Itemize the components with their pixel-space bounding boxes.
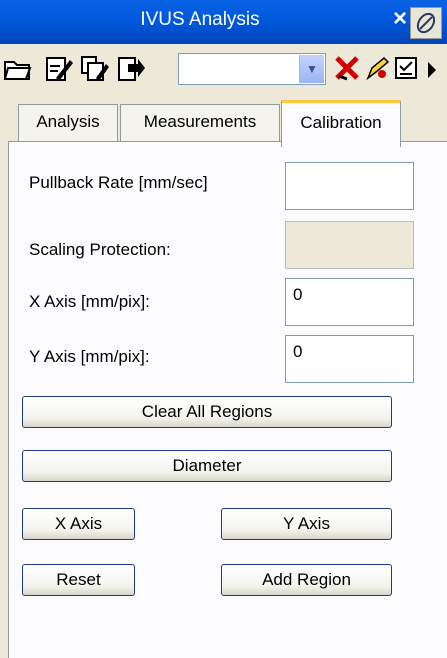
play-arrow-icon[interactable] xyxy=(426,60,438,85)
clear-all-regions-button[interactable]: Clear All Regions xyxy=(22,396,392,428)
pullback-rate-label: Pullback Rate [mm/sec] xyxy=(29,173,208,192)
tab-measurements[interactable]: Measurements xyxy=(120,104,280,142)
window-title: IVUS Analysis xyxy=(140,9,260,30)
calibration-panel: Pullback Rate [mm/sec] Scaling Protectio… xyxy=(8,141,447,658)
tab-measurements-label: Measurements xyxy=(143,112,257,131)
title-bar: IVUS Analysis × xyxy=(0,0,447,44)
x-axis-label: X Axis [mm/pix]: xyxy=(29,292,150,311)
dataset-combo[interactable]: ▼ xyxy=(178,53,326,85)
close-icon[interactable]: × xyxy=(393,6,407,32)
chevron-down-icon[interactable]: ▼ xyxy=(299,55,324,83)
multi-sign-icon[interactable] xyxy=(80,54,110,87)
pin-icon xyxy=(416,12,436,34)
pullback-rate-field[interactable] xyxy=(285,162,414,210)
pencil-icon[interactable] xyxy=(362,54,390,87)
tab-analysis[interactable]: Analysis xyxy=(18,104,118,142)
open-folder-icon[interactable] xyxy=(2,54,32,87)
scaling-protection-field xyxy=(285,221,414,269)
signature-icon[interactable] xyxy=(44,54,74,87)
diameter-button[interactable]: Diameter xyxy=(22,450,392,482)
x-axis-button[interactable]: X Axis xyxy=(22,508,135,540)
tab-analysis-label: Analysis xyxy=(36,112,100,131)
x-axis-field[interactable]: 0 xyxy=(285,278,414,326)
tab-calibration[interactable]: Calibration xyxy=(281,100,401,147)
y-axis-field[interactable]: 0 xyxy=(285,335,414,383)
pin-button[interactable] xyxy=(410,7,442,39)
scaling-protection-label: Scaling Protection: xyxy=(29,240,171,259)
y-axis-label: Y Axis [mm/pix]: xyxy=(29,347,150,366)
tab-calibration-label: Calibration xyxy=(300,113,382,132)
toolbar: ▼ xyxy=(0,44,447,94)
reset-button[interactable]: Reset xyxy=(22,564,135,596)
add-region-button[interactable]: Add Region xyxy=(221,564,392,596)
y-axis-button[interactable]: Y Axis xyxy=(221,508,392,540)
export-icon[interactable] xyxy=(116,54,146,87)
form-icon[interactable] xyxy=(392,54,420,87)
red-x-icon[interactable] xyxy=(333,54,361,87)
